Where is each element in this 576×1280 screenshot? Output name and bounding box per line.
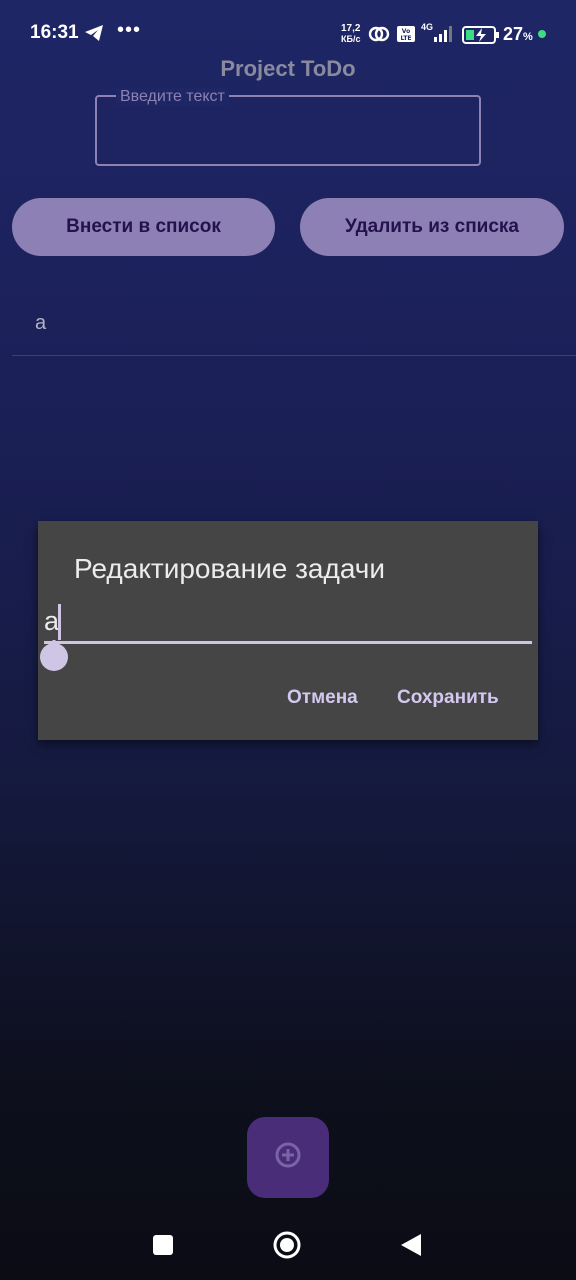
list-item-text: а [35,312,47,334]
signal-icon [432,24,456,49]
edit-task-input-value: а [44,606,60,636]
svg-text:LTE: LTE [400,35,411,42]
edit-task-dialog: Редактирование задачи а Отмена Сохранить [38,521,538,740]
battery-charging-icon [462,25,500,50]
net-speed: 17,2 КБ/с [341,23,361,45]
add-to-list-button[interactable]: Внести в список [12,198,275,256]
edit-task-input[interactable]: а [44,604,532,644]
navigation-bar [0,1210,576,1280]
app-title: Project ToDo [220,56,356,81]
text-caret [58,604,61,640]
task-input-label: Введите текст [116,88,229,106]
add-circle-icon [274,1141,302,1174]
volte-icon: Vo LTE [396,25,416,48]
dialog-title: Редактирование задачи [74,553,386,584]
privacy-dot-icon [538,30,546,38]
telegram-icon [84,24,104,47]
list-item[interactable]: а [12,296,576,356]
fab-add-button[interactable] [247,1117,329,1198]
link-icon [368,24,390,49]
remove-from-list-button[interactable]: Удалить из списка [300,198,564,256]
svg-text:Vo: Vo [402,28,410,35]
battery-percent: 27% [503,24,533,44]
recents-icon[interactable] [152,1234,174,1261]
status-time: 16:31 [30,22,79,43]
back-icon[interactable] [400,1233,422,1262]
cancel-button[interactable]: Отмена [287,687,358,709]
input-underline [44,641,532,644]
more-notifications-icon: ••• [117,19,142,41]
save-button[interactable]: Сохранить [397,687,499,709]
home-icon[interactable] [272,1230,302,1265]
text-selection-handle-icon[interactable] [38,639,70,671]
